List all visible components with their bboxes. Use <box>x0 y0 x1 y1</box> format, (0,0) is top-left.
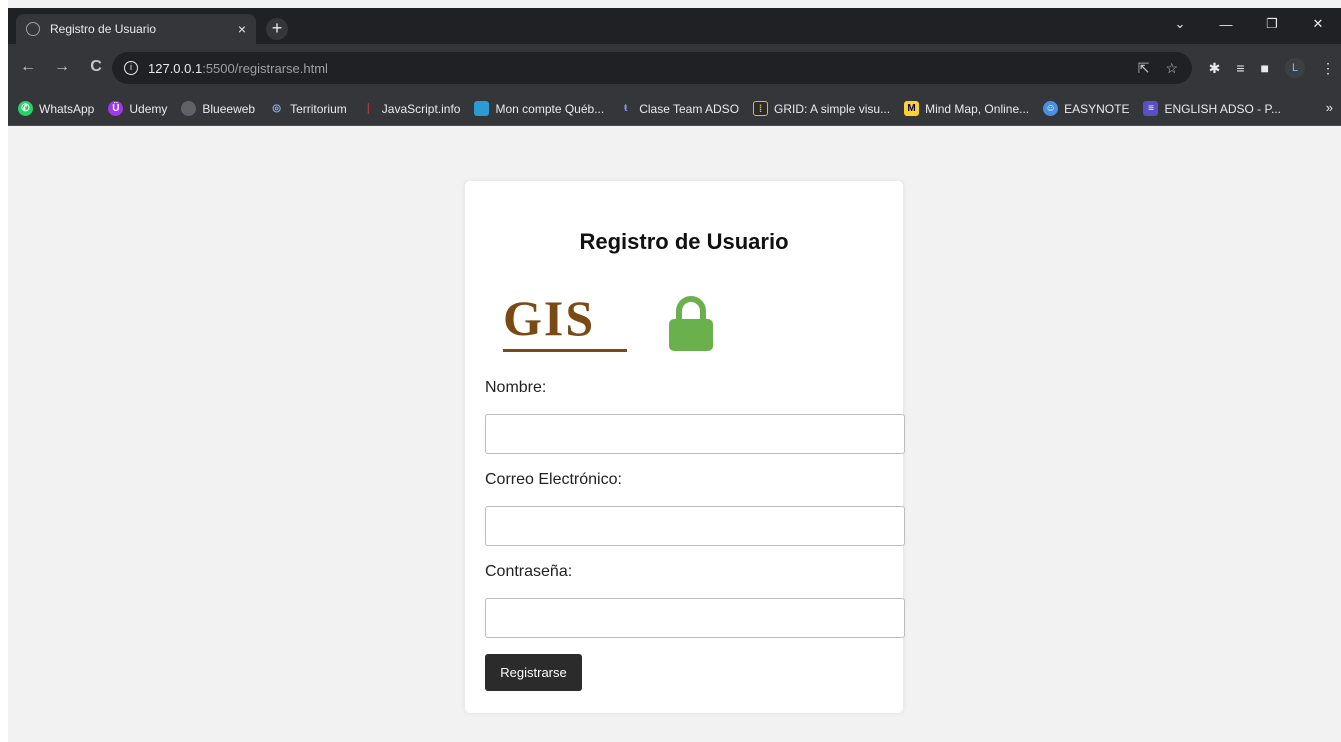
registrarse-button[interactable]: Registrarse <box>485 654 582 691</box>
bookmark-star-icon[interactable]: ☆ <box>1165 60 1178 77</box>
bookmark-item[interactable]: ⁞ GRID: A simple visu... <box>753 101 890 116</box>
close-tab-icon[interactable]: × <box>238 21 246 37</box>
reading-list-icon[interactable]: ≡ <box>1236 60 1244 76</box>
javascript-info-icon: ❘ <box>364 103 373 114</box>
contrasena-input[interactable] <box>485 598 905 638</box>
more-bookmarks-icon[interactable]: » <box>1326 100 1333 115</box>
navigation-buttons: ← → C <box>20 58 104 76</box>
back-icon[interactable]: ← <box>20 58 36 76</box>
restore-button[interactable]: ❐ <box>1249 16 1295 32</box>
bookmarks-bar: ✆ WhatsApp Ü Udemy Blueeweb ◎ Territorium ❘… <box>8 92 1341 126</box>
page-viewport: Registro de Usuario GIS Nombre: Correo E… <box>8 126 1341 742</box>
bookmark-item[interactable]: ☺ EASYNOTE <box>1043 101 1129 116</box>
quebec-icon <box>474 101 490 116</box>
url-host: 127.0.0.1 <box>148 60 203 76</box>
bookmark-item[interactable]: ❘ JavaScript.info <box>361 101 460 116</box>
window-controls: ⌄ — ❐ ✕ <box>1157 8 1341 40</box>
tab-strip: Registro de Usuario × + ⌄ — ❐ ✕ <box>8 8 1341 44</box>
bookmark-item[interactable]: Blueeweb <box>181 101 255 116</box>
udemy-icon: Ü <box>108 101 124 116</box>
tab-title: Registro de Usuario <box>50 22 157 36</box>
miro-icon: M <box>904 101 920 116</box>
bookmark-item[interactable]: ◎ Territorium <box>269 101 347 116</box>
contrasena-label: Contraseña: <box>485 563 573 580</box>
grid-icon: ⁞ <box>753 101 769 116</box>
teams-icon: ŧ <box>624 103 628 114</box>
bookmark-item[interactable]: Mon compte Québ... <box>474 101 604 116</box>
bookmark-item[interactable]: Ü Udemy <box>108 101 167 116</box>
new-tab-button[interactable]: + <box>266 18 288 40</box>
address-bar[interactable]: i 127.0.0.1:5500/registrarse.html ⇱ ☆ <box>112 52 1192 84</box>
browser-tab[interactable]: Registro de Usuario × <box>16 14 256 44</box>
window-edge <box>0 0 8 742</box>
bookmark-item[interactable]: M Mind Map, Online... <box>904 101 1029 116</box>
nombre-label: Nombre: <box>485 379 547 396</box>
bookmark-item[interactable]: ✆ WhatsApp <box>18 101 94 116</box>
form-title: Registro de Usuario <box>579 229 789 254</box>
url-path: :5500/registrarse.html <box>202 60 328 76</box>
whatsapp-icon: ✆ <box>18 101 33 116</box>
bookmark-item[interactable]: ≡ ENGLISH ADSO - P... <box>1143 101 1281 116</box>
forward-icon[interactable]: → <box>54 58 70 76</box>
omnibox-actions: ⇱ ☆ <box>1138 60 1178 77</box>
easynote-icon: ☺ <box>1043 101 1059 116</box>
lock-icon <box>669 296 713 351</box>
menu-icon[interactable]: ⋮ <box>1321 60 1335 77</box>
logo-underline <box>503 349 627 352</box>
globe-icon <box>181 101 197 116</box>
forms-icon: ≡ <box>1143 101 1159 116</box>
nombre-input[interactable] <box>485 414 905 454</box>
bookmark-item[interactable]: ŧ Clase Team ADSO <box>618 101 739 116</box>
globe-icon <box>26 22 40 36</box>
minimize-button[interactable]: — <box>1203 17 1249 32</box>
toolbar-actions: ✱ ≡ ■ L ⋮ <box>1209 58 1335 78</box>
share-icon[interactable]: ⇱ <box>1138 60 1150 77</box>
extensions-icon[interactable]: ✱ <box>1209 60 1221 77</box>
side-panel-icon[interactable]: ■ <box>1261 60 1269 76</box>
profile-avatar[interactable]: L <box>1285 58 1305 78</box>
close-window-button[interactable]: ✕ <box>1295 16 1341 32</box>
reload-icon[interactable]: C <box>88 58 104 76</box>
correo-input[interactable] <box>485 506 905 546</box>
toolbar: ← → C i 127.0.0.1:5500/registrarse.html … <box>8 44 1341 92</box>
correo-label: Correo Electrónico: <box>485 471 622 488</box>
registration-card: Registro de Usuario GIS Nombre: Correo E… <box>465 181 905 713</box>
gis-logo: GIS <box>503 293 633 355</box>
logo-text: GIS <box>503 290 596 346</box>
territorium-icon: ◎ <box>272 103 281 114</box>
tab-search-icon[interactable]: ⌄ <box>1157 16 1203 32</box>
site-info-icon[interactable]: i <box>124 61 138 75</box>
